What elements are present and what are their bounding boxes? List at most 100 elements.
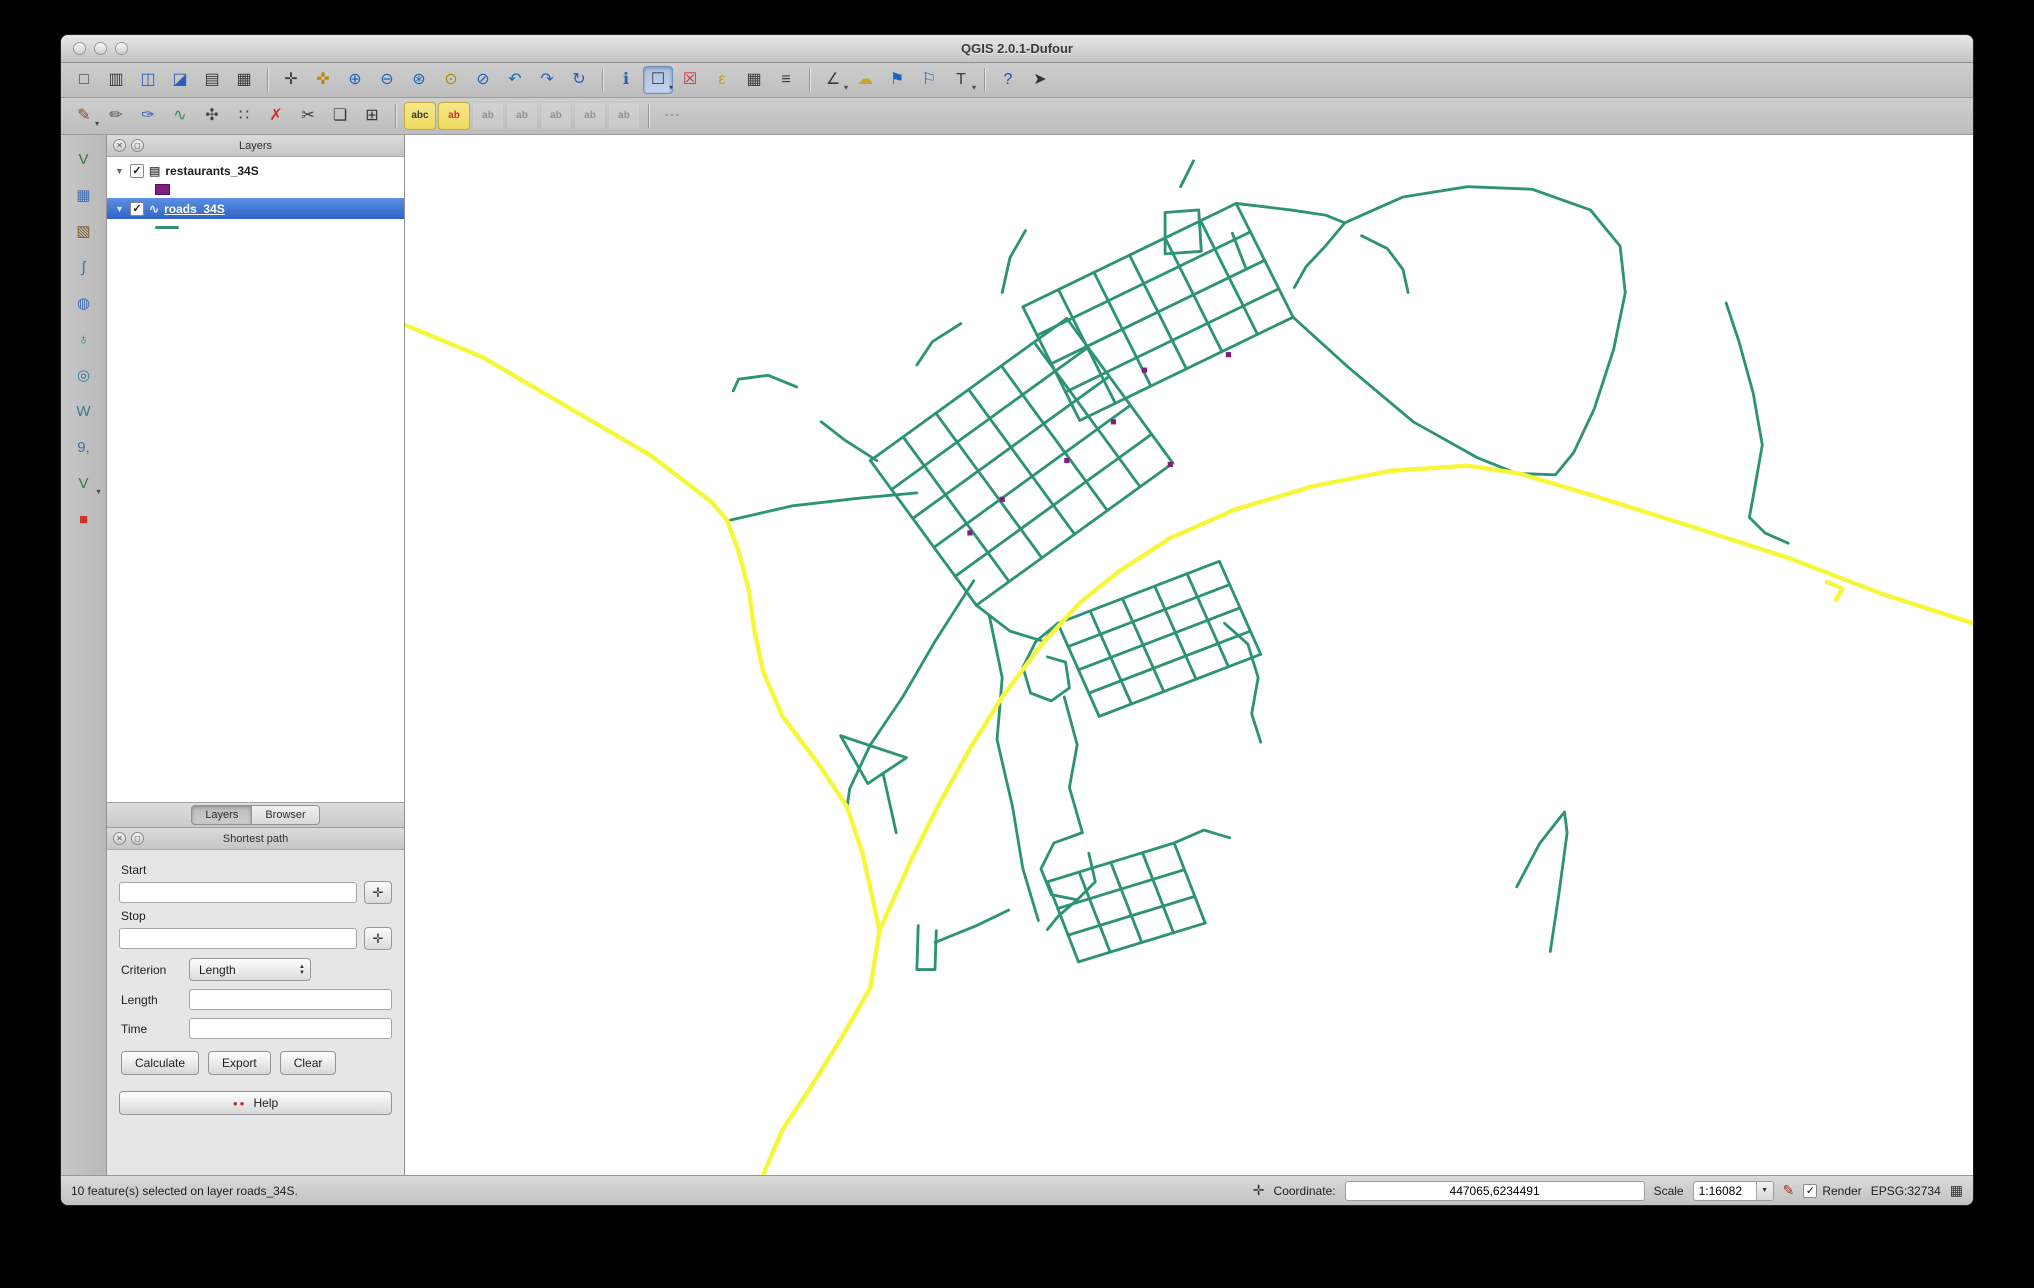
refresh-map-button[interactable]: ↻ <box>564 66 594 94</box>
toggle-editing-button[interactable]: ✏ <box>101 102 131 130</box>
current-edits-icon: ✎ <box>77 107 91 124</box>
calculate-button[interactable]: Calculate <box>121 1051 200 1075</box>
new-layer-menu-button[interactable]: V ▾ <box>67 469 100 498</box>
new-shapefile-layer-button[interactable]: ▧ <box>67 217 101 246</box>
open-project-button[interactable]: ▥ <box>101 66 131 94</box>
start-input[interactable] <box>119 882 357 903</box>
new-bookmark-button[interactable]: ⚑ <box>882 66 912 94</box>
save-project-button[interactable]: ◫ <box>133 66 163 94</box>
layer-item-roads[interactable]: ▼ ✓ ∿ roads_34S <box>107 198 404 219</box>
save-layer-edits-button[interactable]: ✑ <box>133 102 163 130</box>
layers-panel-header: ✕ ◻ Layers <box>107 135 404 157</box>
coordinate-input[interactable] <box>1344 1180 1645 1201</box>
label-properties-icon: ab <box>618 110 630 121</box>
measure-line-button[interactable]: ∠ ▾ <box>818 66 848 94</box>
road-line <box>1291 315 1519 475</box>
render-toggle[interactable]: ✓ Render <box>1803 1183 1862 1198</box>
save-project-as-button[interactable]: ◪ <box>165 66 195 94</box>
render-checkbox[interactable]: ✓ <box>1803 1183 1818 1198</box>
road-line <box>1000 229 1027 295</box>
add-wfs-layer-button[interactable]: W <box>67 397 101 426</box>
node-tool-button[interactable]: ∷ <box>229 102 259 130</box>
road-line <box>1039 831 1097 902</box>
shortest-path-float-button[interactable]: ◻ <box>131 832 144 845</box>
new-project-button[interactable]: □ <box>69 66 99 94</box>
add-vector-layer-button[interactable]: V <box>67 145 101 174</box>
stop-input[interactable] <box>119 928 357 949</box>
composer-manager-button[interactable]: ▦ <box>229 66 259 94</box>
layer-item-restaurants[interactable]: ▼ ✓ ▤ restaurants_34S <box>107 160 404 181</box>
open-attribute-table-button[interactable]: ▦ <box>739 66 769 94</box>
add-feature-button[interactable]: ∿ <box>165 102 195 130</box>
cut-features-button[interactable]: ✂ <box>293 102 323 130</box>
delete-selected-button[interactable]: ✗ <box>261 102 291 130</box>
scale-input[interactable] <box>1693 1183 1756 1198</box>
clear-button[interactable]: Clear <box>279 1051 337 1075</box>
current-edits-button[interactable]: ✎ ▾ <box>69 102 99 130</box>
composer-manager-icon: ▦ <box>236 71 252 88</box>
zoom-to-layer-button[interactable]: ⊘ <box>468 66 498 94</box>
titlebar: QGIS 2.0.1-Dufour <box>61 35 1973 63</box>
text-annotation-button[interactable]: T ▾ <box>946 66 976 94</box>
crs-status-icon[interactable]: ▦ <box>1950 1182 1963 1199</box>
select-by-expression-button[interactable]: ε <box>707 66 737 94</box>
pick-stop-button[interactable]: ✛ <box>364 927 392 950</box>
show-bookmarks-button[interactable]: ⚐ <box>914 66 944 94</box>
tab-browser[interactable]: Browser <box>252 805 320 825</box>
export-button[interactable]: Export <box>208 1051 271 1075</box>
copy-features-button[interactable]: ❏ <box>325 102 355 130</box>
stop-render-button[interactable]: ✎ <box>1783 1182 1795 1199</box>
map-tips-button[interactable]: ☁ <box>850 66 880 94</box>
pan-to-selection-button[interactable]: ✜ <box>308 66 338 94</box>
layer-labeling-options-button[interactable]: ab <box>438 102 470 130</box>
left-dock: ✕ ◻ Layers ▼ ✓ ▤ restaurants_34S ▼ ✓ ∿ r… <box>107 135 405 1175</box>
identify-features-button[interactable]: ℹ <box>611 66 641 94</box>
coordinate-capture-icon[interactable]: ✛ <box>1253 1182 1265 1199</box>
add-raster-layer-button[interactable]: ▦ <box>67 181 101 210</box>
add-spatialite-layer-button[interactable]: ∫ <box>67 253 101 282</box>
zoom-full-extent-button[interactable]: ⊛ <box>404 66 434 94</box>
map-canvas[interactable] <box>405 135 1973 1175</box>
zoom-out-button[interactable]: ⊖ <box>372 66 402 94</box>
coordinate-label: Coordinate: <box>1273 1183 1336 1198</box>
add-postgis-layer-button[interactable]: ◍ <box>67 289 101 318</box>
zoom-to-selection-button[interactable]: ⊙ <box>436 66 466 94</box>
time-input[interactable] <box>189 1018 392 1039</box>
pick-start-button[interactable]: ✛ <box>364 881 392 904</box>
field-calculator-button[interactable]: ≡ <box>771 66 801 94</box>
deselect-features-button[interactable]: ☒ <box>675 66 705 94</box>
tab-layers[interactable]: Layers <box>191 805 253 825</box>
shortest-path-close-button[interactable]: ✕ <box>113 832 126 845</box>
add-wcs-layer-button[interactable]: ◎ <box>67 361 101 390</box>
zoom-window-button[interactable] <box>115 42 128 55</box>
layer-labeling-button[interactable]: abc <box>404 102 436 130</box>
new-print-composer-button[interactable]: ▤ <box>197 66 227 94</box>
scale-combo[interactable]: ▼ <box>1692 1180 1774 1201</box>
criterion-select[interactable]: Length ▲ ▼ <box>189 958 311 981</box>
length-input[interactable] <box>189 989 392 1010</box>
layers-panel-close-button[interactable]: ✕ <box>113 139 126 152</box>
select-features-button[interactable]: ☐ ▾ <box>643 66 673 94</box>
paste-features-button[interactable]: ⊞ <box>357 102 387 130</box>
add-oracle-layer-button[interactable]: ■ <box>67 505 101 534</box>
scale-dropdown-arrow[interactable]: ▼ <box>1755 1181 1773 1200</box>
start-label: Start <box>121 863 147 877</box>
layers-panel-float-button[interactable]: ◻ <box>131 139 144 152</box>
help-button[interactable]: ●● Help <box>119 1091 392 1115</box>
zoom-in-button[interactable]: ⊕ <box>340 66 370 94</box>
zoom-last-button[interactable]: ↶ <box>500 66 530 94</box>
close-button[interactable] <box>73 42 86 55</box>
whats-this-button[interactable]: ➤ <box>1025 66 1055 94</box>
minimize-button[interactable] <box>94 42 107 55</box>
add-wms-layer-button[interactable]: ♁ <box>67 325 101 354</box>
pan-map-button[interactable]: ✛ <box>276 66 306 94</box>
layer-visibility-checkbox[interactable]: ✓ <box>130 201 144 216</box>
disclosure-triangle-icon[interactable]: ▼ <box>115 204 125 214</box>
move-feature-button[interactable]: ✣ <box>197 102 227 130</box>
digitizing-labeling-toolbar: ✎ ▾ ✏ ✑ ∿ ✣ ∷ ✗ ✂ ❏ ⊞ abc ab ab ab ab ab ab ⋯ <box>61 98 1973 135</box>
add-delimited-text-layer-button[interactable]: 9, <box>67 433 101 462</box>
layer-visibility-checkbox[interactable]: ✓ <box>130 163 144 178</box>
help-contents-button[interactable]: ? <box>993 66 1023 94</box>
disclosure-triangle-icon[interactable]: ▼ <box>115 166 125 176</box>
zoom-next-button[interactable]: ↷ <box>532 66 562 94</box>
